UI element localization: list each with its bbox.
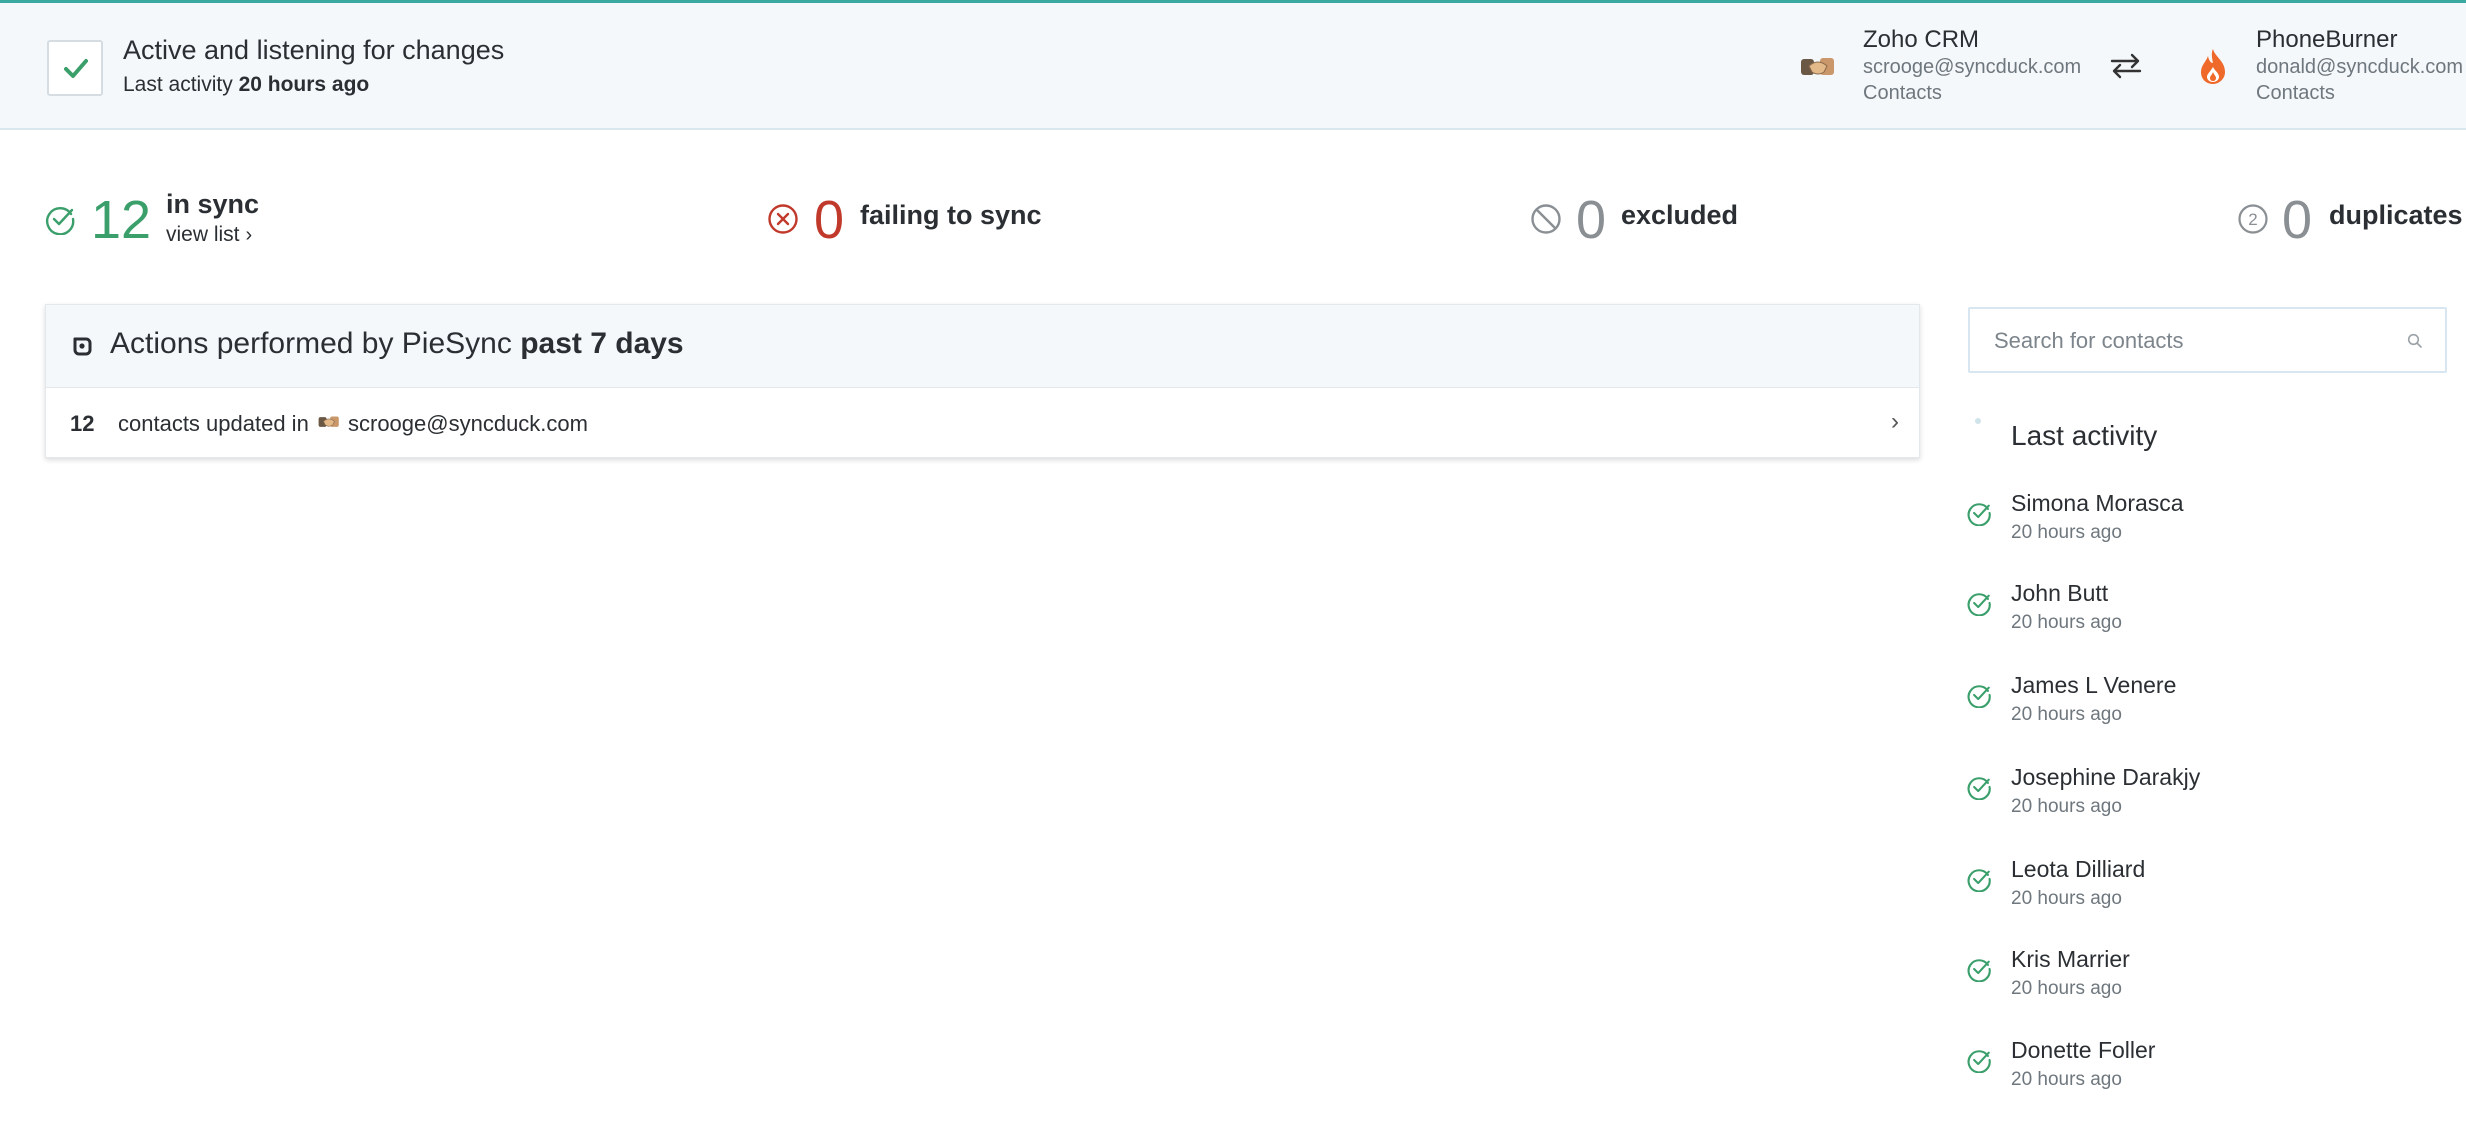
activity-contact-name: John Butt <box>2011 580 2109 606</box>
handshake-icon <box>1801 58 1834 75</box>
activity-contact-name: Kris Marrier <box>2011 946 2130 972</box>
activity-item[interactable]: Leota Dilliard 20 hours ago <box>1966 856 2446 918</box>
actions-title-period: past 7 days <box>520 327 684 360</box>
activity-time: 20 hours ago <box>2011 704 2122 725</box>
activity-time: 20 hours ago <box>2011 978 2122 999</box>
view-list-link[interactable]: view list › <box>166 223 252 247</box>
check-circle-icon <box>1967 959 1991 982</box>
activity-time: 20 hours ago <box>2011 888 2122 909</box>
failing-count: 0 <box>814 190 845 250</box>
duplicates-label: duplicates <box>2329 200 2463 230</box>
excluded-label: excluded <box>1621 200 1739 230</box>
check-circle-icon <box>1967 1050 1991 1073</box>
duplicates-badge-icon: 2 <box>2238 204 2268 234</box>
last-activity-value: 20 hours ago <box>238 73 370 96</box>
search-icon[interactable] <box>2407 333 2423 349</box>
activity-item[interactable]: Josephine Darakjy 20 hours ago <box>1966 764 2446 826</box>
chevron-right-icon: › <box>245 224 253 246</box>
activity-item[interactable]: John Butt 20 hours ago <box>1966 580 2446 642</box>
status-checkbox[interactable] <box>47 40 103 96</box>
excluded-count: 0 <box>1576 190 1607 250</box>
check-circle-icon <box>46 207 75 235</box>
in-sync-count: 12 <box>91 190 152 250</box>
in-sync-label: in sync <box>166 189 260 219</box>
source-app-email: scrooge@syncduck.com <box>1863 56 2082 78</box>
activity-contact-name: Simona Morasca <box>2011 490 2184 516</box>
activity-contact-name: Leota Dilliard <box>2011 856 2146 882</box>
activity-time: 20 hours ago <box>2011 1069 2122 1090</box>
source-app-object: Contacts <box>1863 82 1942 104</box>
last-activity-prefix: Last activity <box>123 73 233 96</box>
activity-time: 20 hours ago <box>2011 796 2122 817</box>
piesync-icon <box>73 337 92 356</box>
check-circle-icon <box>1967 869 1991 892</box>
action-row[interactable]: 12 contacts updated in scrooge@syncduck.… <box>46 388 1919 458</box>
activity-time: 20 hours ago <box>2011 522 2122 543</box>
action-row-text: contacts updated in <box>118 411 309 436</box>
check-circle-icon <box>1967 593 1991 616</box>
view-list-label: view list <box>166 223 240 246</box>
search-input[interactable] <box>1992 321 2376 361</box>
activity-time: 20 hours ago <box>2011 612 2122 633</box>
activity-indicator-dot <box>1975 418 1981 424</box>
activity-item[interactable]: Simona Morasca 20 hours ago <box>1966 490 2446 552</box>
actions-panel-header: Actions performed by PieSync past 7 days <box>46 305 1919 388</box>
blocked-icon <box>1531 204 1561 234</box>
last-activity-title: Last activity <box>2011 420 2158 451</box>
last-activity-line: Last activity 20 hours ago <box>123 73 369 97</box>
checkmark-icon <box>64 59 88 78</box>
action-row-count: 12 <box>70 411 95 436</box>
sync-header: Active and listening for changes Last ac… <box>0 3 2466 130</box>
target-app-object: Contacts <box>2256 82 2335 104</box>
status-title: Active and listening for changes <box>123 35 505 65</box>
check-circle-icon <box>1967 685 1991 708</box>
contact-search <box>1968 307 2447 373</box>
check-circle-icon <box>1967 777 1991 800</box>
duplicates-count: 0 <box>2282 190 2313 250</box>
target-app-name: PhoneBurner <box>2256 26 2398 53</box>
actions-panel: Actions performed by PieSync past 7 days… <box>45 304 1920 458</box>
activity-item[interactable]: James L Venere 20 hours ago <box>1966 672 2446 734</box>
duplicates-badge-number: 2 <box>2248 210 2257 229</box>
target-app-email: donald@syncduck.com <box>2256 56 2464 78</box>
activity-item[interactable]: Kris Marrier 20 hours ago <box>1966 946 2446 1008</box>
failing-label: failing to sync <box>860 200 1042 230</box>
activity-contact-name: James L Venere <box>2011 672 2177 698</box>
actions-panel-title: Actions performed by PieSync past 7 days <box>110 327 684 361</box>
activity-contact-name: Donette Foller <box>2011 1037 2156 1063</box>
actions-title-prefix: Actions performed by PieSync <box>110 327 512 360</box>
chevron-right-icon: › <box>1891 408 1899 435</box>
flame-icon <box>2201 49 2225 84</box>
activity-contact-name: Josephine Darakjy <box>2011 764 2201 790</box>
activity-item[interactable]: Donette Foller 20 hours ago <box>1966 1037 2446 1099</box>
check-circle-icon <box>1967 503 1991 526</box>
source-app-name: Zoho CRM <box>1863 26 1980 53</box>
two-way-arrows-icon <box>2110 53 2142 79</box>
action-row-email: scrooge@syncduck.com <box>348 411 588 436</box>
error-circle-icon <box>768 204 798 234</box>
handshake-icon <box>318 416 339 427</box>
